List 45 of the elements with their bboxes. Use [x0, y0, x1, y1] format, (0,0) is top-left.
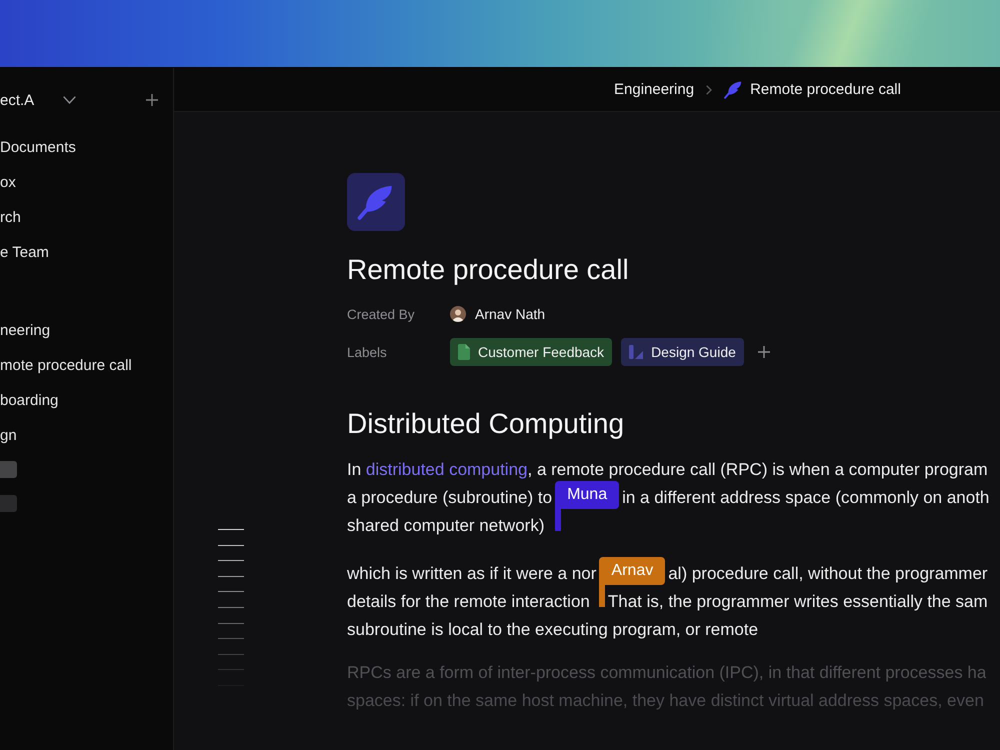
property-label: Created By [347, 306, 416, 322]
outline-dash [218, 654, 244, 655]
avatar [450, 306, 466, 322]
plus-icon [758, 346, 770, 358]
breadcrumb-link[interactable]: Remote procedure call [724, 80, 901, 98]
sidebar-item[interactable]: neering [0, 313, 173, 348]
sidebar-item[interactable]: e Team [0, 235, 173, 270]
add-label-button[interactable] [758, 346, 770, 358]
feather-icon [347, 173, 405, 231]
sidebar-item[interactable]: Documents [0, 130, 173, 165]
document-icon [458, 344, 470, 360]
skeleton-bar [0, 495, 17, 512]
label-tag[interactable]: Customer Feedback [450, 338, 612, 366]
chevron-down-icon [63, 96, 76, 104]
outline-dash [218, 529, 244, 530]
page-title: Remote procedure call [347, 253, 629, 287]
section-heading: Distributed Computing [347, 407, 624, 441]
sidebar-item[interactable]: boarding [0, 383, 173, 418]
breadcrumb-link[interactable]: Engineering [614, 81, 694, 98]
sidebar-item[interactable]: ox [0, 165, 173, 200]
outline-dash [218, 591, 244, 592]
outline-dash [218, 560, 244, 562]
add-button[interactable] [146, 94, 158, 106]
outline-dash [218, 622, 244, 624]
outline-dash [218, 576, 244, 577]
chevron-right-icon [706, 84, 712, 94]
ruler-icon [629, 345, 644, 359]
outline-dash [218, 606, 244, 608]
workspace-switcher[interactable]: ect.A [0, 86, 76, 114]
property-label: Labels [347, 344, 388, 360]
label-tag[interactable]: Design Guide [621, 338, 744, 366]
link[interactable]: distributed computing [366, 460, 528, 479]
feather-icon [724, 80, 742, 98]
sidebar-item[interactable]: gn [0, 418, 173, 453]
sidebar-item[interactable]: mote procedure call [0, 348, 173, 383]
outline-dash [218, 638, 244, 640]
collaborator-cursor: Muna [555, 481, 620, 531]
paragraph: which is written as if it were a nor Arnav al) procedure call, without the programmer details for the remote interaction That is, the programmer writes essentially the sam subroutine is local to the executing program, or remote [347, 560, 988, 644]
paragraph: RPCs are a form of inter-process communication (IPC), in that different processes ha spaces: if on the same host machine, they have distinct virtual address spaces, even [347, 662, 986, 712]
plus-icon [146, 94, 158, 106]
author-name: Arnav Nath [475, 306, 546, 322]
outline-dash [218, 544, 244, 546]
skeleton-bar [0, 461, 17, 478]
sidebar-item[interactable]: rch [0, 200, 173, 235]
paragraph: In distributed computing, a remote procedure call (RPC) is when a computer program a procedure (subroutine) to Muna in a different address space (commonly on anoth shared computer network) [347, 459, 990, 537]
